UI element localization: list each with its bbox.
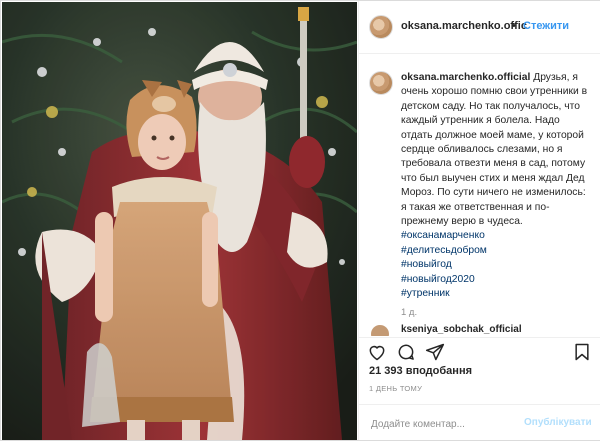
caption-avatar[interactable] [369, 71, 393, 95]
add-comment-bar: Опублікувати [359, 404, 600, 441]
likes-count[interactable]: 21 393 вподобання [369, 365, 472, 377]
post-photo[interactable] [2, 2, 357, 440]
commenter-username[interactable]: kseniya_sobchak_official [401, 324, 522, 335]
post-header: oksana.marchenko.offic • Стежити [359, 1, 600, 54]
bookmark-icon[interactable] [572, 342, 592, 362]
author-username[interactable]: oksana.marchenko.offic [401, 20, 527, 32]
hashtag-link[interactable]: #утренник [401, 287, 591, 301]
comment-row: kseniya_sobchak_official [369, 322, 594, 336]
post-timestamp[interactable]: 1 ДЕНЬ ТОМУ [369, 384, 422, 393]
hashtag-link[interactable]: #оксанамарченко [401, 229, 591, 243]
header-separator: • [512, 20, 516, 32]
caption-text: Друзья, я очень хорошо помню свои утренн… [401, 72, 588, 228]
post-sidebar: oksana.marchenko.offic • Стежити oksana.… [358, 1, 600, 440]
comment-input[interactable] [369, 415, 523, 433]
publish-button[interactable]: Опублікувати [524, 417, 592, 428]
caption-username[interactable]: oksana.marchenko.official [401, 72, 530, 83]
hashtag-link[interactable]: #новыйгод2020 [401, 273, 591, 287]
comment-icon[interactable] [396, 342, 416, 362]
hashtag-link[interactable]: #делитесьдобром [401, 244, 591, 258]
follow-button[interactable]: Стежити [523, 20, 569, 32]
author-avatar[interactable] [369, 15, 393, 39]
caption: oksana.marchenko.official Друзья, я очен… [401, 71, 591, 302]
commenter-avatar[interactable] [371, 325, 389, 336]
post-modal: oksana.marchenko.offic • Стежити oksana.… [0, 0, 600, 441]
comments-area: oksana.marchenko.official Друзья, я очен… [359, 54, 600, 319]
caption-time: 1 д. [401, 307, 418, 318]
vintage-photo-girl-and-ded-moroz [2, 2, 357, 440]
heart-icon[interactable] [367, 342, 387, 362]
share-icon[interactable] [425, 342, 445, 362]
action-bar [359, 337, 600, 366]
hashtag-link[interactable]: #новыйгод [401, 258, 591, 272]
